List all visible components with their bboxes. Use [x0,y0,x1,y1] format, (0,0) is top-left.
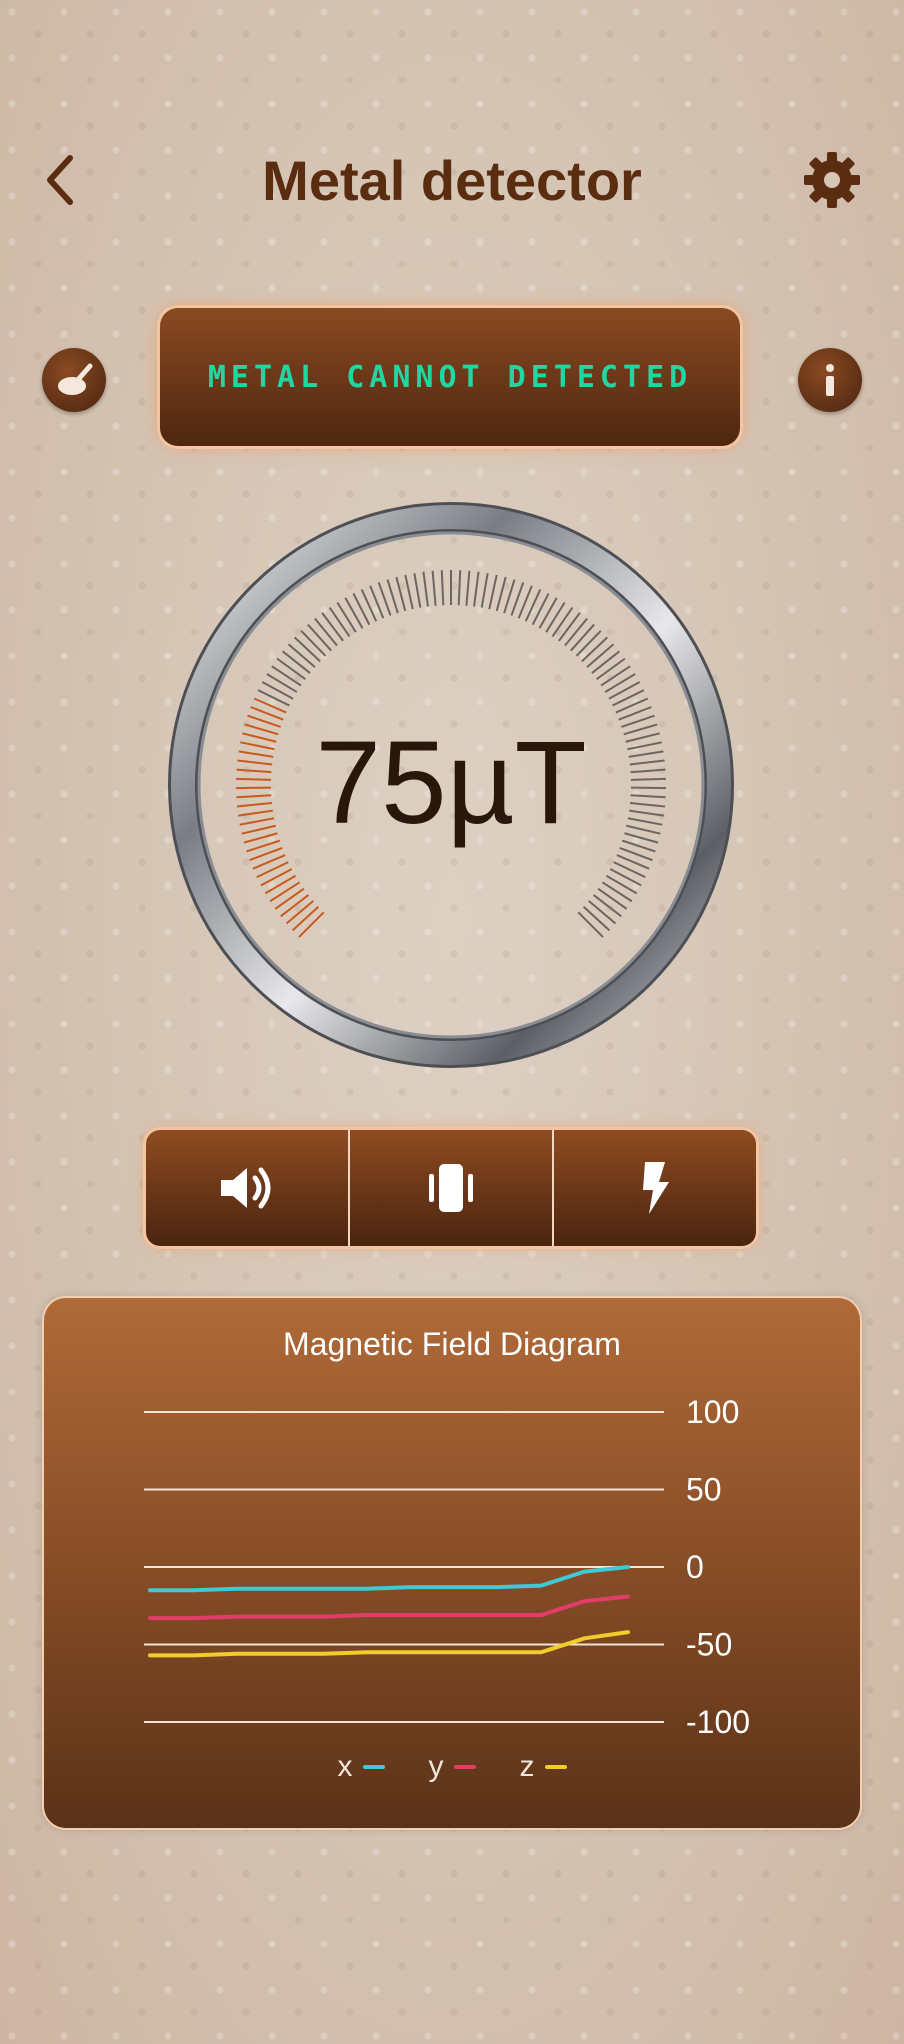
gauge-tick [605,874,638,895]
speaker-icon [221,1167,271,1209]
flash-toggle-button[interactable] [552,1130,756,1246]
gauge-tick [551,606,574,637]
gauge-tick [276,657,306,681]
gauge-tick [558,612,581,642]
gauge-tick [538,597,558,629]
gauge-tick [336,601,357,633]
gauge-tick [261,681,294,700]
y-tick-label: 100 [686,1394,739,1430]
gauge-tick [395,576,407,612]
legend-label: x [337,1750,353,1783]
chart-legend: x y z [44,1750,860,1784]
sound-toggle-button[interactable] [146,1130,348,1246]
legend-swatch [544,1765,567,1769]
y-tick-label: -100 [686,1704,750,1740]
legend-item-z: z [520,1750,567,1784]
gauge-tick [386,579,399,614]
gauge-tick [352,592,371,626]
gauge-tick [404,574,414,610]
gauge-tick [596,657,626,681]
gauge-tick [465,570,471,606]
gauge-tick [601,881,633,903]
gauge-tick [260,868,293,887]
gauge-tick [274,887,305,910]
gauge-tick [431,570,437,606]
y-tick-label: -50 [686,1627,732,1663]
gauge-tick [314,617,338,647]
gauge-tick [545,601,566,633]
gauge-tick [264,874,297,895]
vibrate-icon [429,1164,473,1212]
gauge-tick [300,630,327,657]
page-title: Metal detector [262,149,642,212]
legend-label: y [428,1750,444,1783]
series-line-x [148,1565,630,1593]
theme-button[interactable] [42,348,106,412]
gauge-tick [280,894,310,918]
settings-button[interactable] [800,148,864,212]
flash-icon [643,1162,669,1214]
gauge-tick [581,636,608,663]
gauge-tick [495,576,507,612]
gauge-tick [570,623,595,652]
gauge-tick [488,574,498,610]
gauge-tick [564,617,588,647]
gauge-tick [266,673,298,693]
gauge-tick [344,597,364,629]
gauge-tick [285,900,314,925]
gauge-tick [282,650,311,674]
gauge-tick [575,630,602,657]
control-bar [146,1130,756,1246]
magnetic-field-diagram-panel: Magnetic Field Diagram 100 50 0 -50 -100 x y… [44,1298,860,1828]
gauge-tick [271,665,302,687]
gauge-tick [582,905,611,932]
gauge-tick [457,570,462,606]
gauge-tick [328,606,351,637]
gauge-tick [321,612,344,642]
top-bar: Metal detector [0,130,904,230]
gauge-tick [422,571,429,607]
gauge-tick [577,911,604,938]
legend-swatch [362,1765,385,1769]
gauge-tick [600,665,631,687]
gauge-tick [592,894,622,918]
brush-icon [58,363,93,395]
gauge-tick [413,572,422,608]
gauge-tick [604,673,636,693]
legend-label: z [519,1750,535,1783]
gear-icon [804,152,860,208]
legend-item-y: y [429,1750,476,1784]
gauge-tick [298,911,325,938]
detection-status-display: METAL CANNOT DETECTED [160,308,740,446]
gauge-tick [307,623,332,652]
y-tick-label: 0 [686,1549,704,1585]
gauge-tick [591,650,620,674]
series-line-y [148,1594,630,1621]
gauge-tick [608,681,641,700]
gauge-tick [531,592,550,626]
gauge-tick [597,887,628,910]
info-icon [826,364,834,396]
gauge-tick [480,572,489,608]
gauge-value: 75µT [315,717,587,849]
gauge-tick [440,570,445,606]
gauge-tick [287,643,316,668]
magnetic-field-chart: 100 50 0 -50 -100 [144,1394,750,1740]
gauge-tick [588,900,617,925]
gauge-tick [473,571,480,607]
gauge-tick [609,868,642,887]
gauge-tick [294,636,321,663]
gauge-tick [586,643,615,668]
gauge-tick [503,579,516,614]
gauge-tick [291,905,320,932]
detection-status-text: METAL CANNOT DETECTED [207,359,693,395]
vibrate-toggle-button[interactable] [348,1130,552,1246]
legend-item-x: x [338,1750,385,1784]
legend-swatch [453,1765,476,1769]
gauge-tick [269,881,301,903]
y-tick-label: 50 [686,1472,722,1508]
info-button[interactable] [798,348,862,412]
